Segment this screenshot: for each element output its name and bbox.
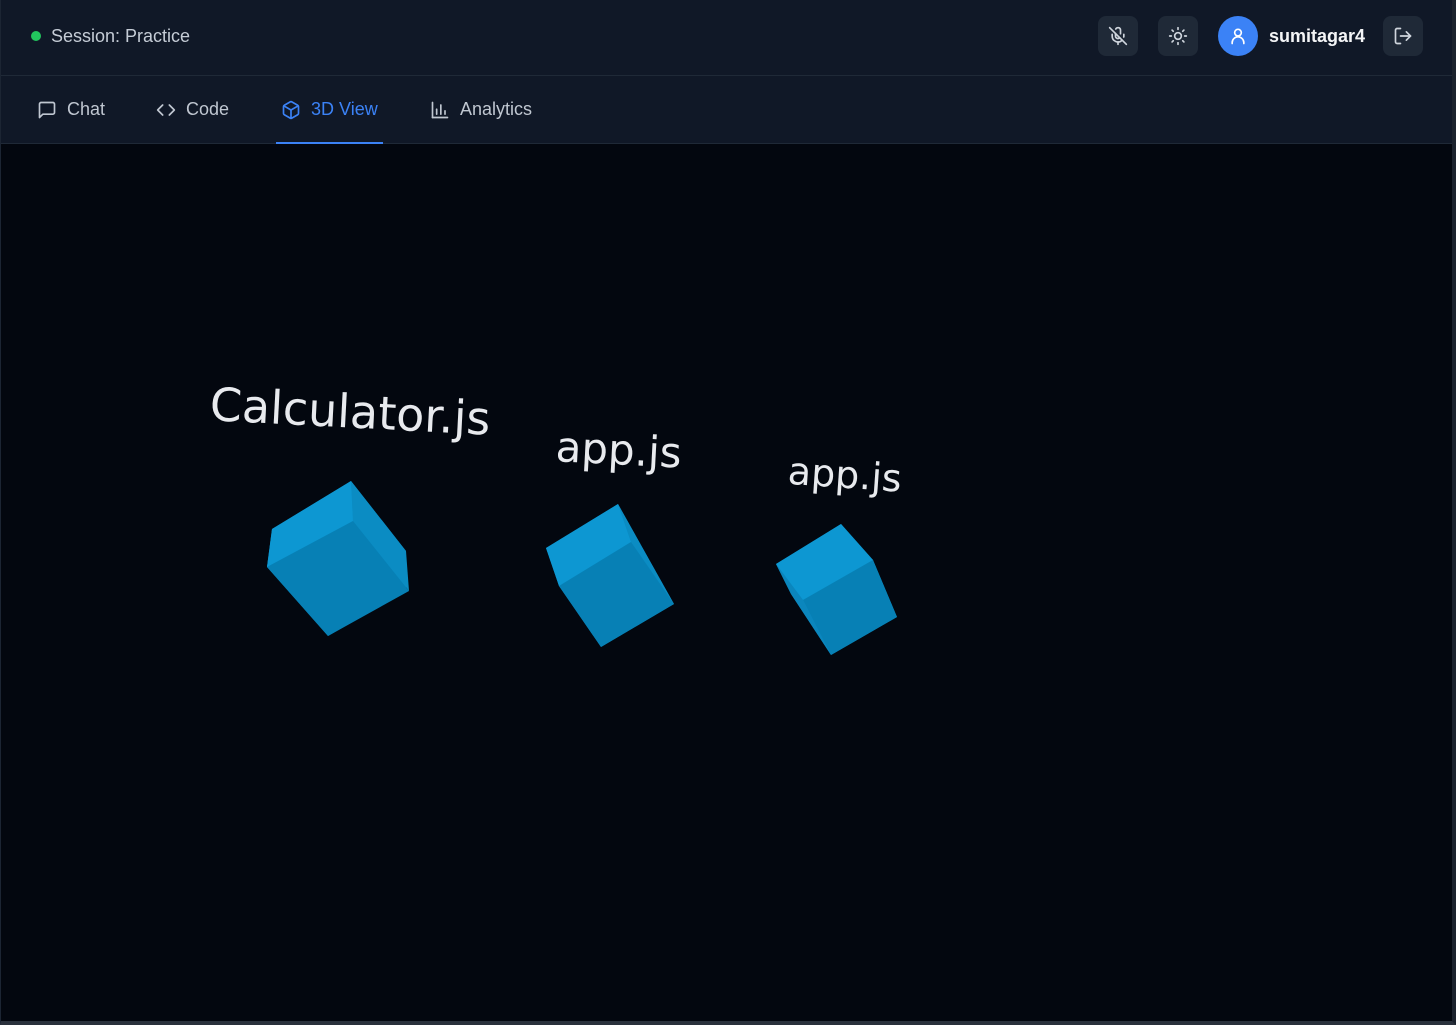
file-node-label: app.js [786, 449, 903, 501]
tab-3d-view-label: 3D View [311, 99, 378, 119]
tab-code[interactable]: Code [151, 76, 234, 143]
box-icon [282, 100, 300, 119]
tab-bar: Chat Code 3D View Analytics [1, 76, 1452, 144]
tab-3d-view[interactable]: 3D View [276, 76, 383, 144]
file-cube[interactable] [546, 504, 674, 647]
code-icon [156, 103, 176, 116]
session-status-dot [31, 31, 41, 41]
user-icon [1231, 28, 1245, 45]
file-cube[interactable] [776, 524, 897, 655]
session-label: Session: Practice [51, 25, 191, 46]
file-cube[interactable] [267, 481, 409, 636]
tab-analytics-label: Analytics [460, 99, 533, 119]
tab-analytics[interactable]: Analytics [425, 76, 537, 143]
top-header: Session: Practice sumitagar4 [1, 0, 1452, 76]
sun-icon [1168, 26, 1188, 46]
tab-chat[interactable]: Chat [32, 76, 110, 143]
mute-microphone-button[interactable] [1098, 16, 1138, 56]
theme-toggle-button[interactable] [1158, 16, 1198, 56]
app-window: Session: Practice sumitagar4 Chat Code 3… [0, 0, 1456, 1025]
file-node-label: Calculator.js [209, 377, 492, 446]
tab-chat-label: Chat [67, 99, 106, 119]
3d-view-canvas[interactable]: Calculator.js app.js app.js [1, 144, 1452, 1021]
user-avatar[interactable] [1218, 16, 1258, 56]
tab-code-label: Code [186, 99, 230, 119]
session-indicator: Session: Practice [31, 24, 190, 48]
logout-icon [1394, 27, 1412, 45]
username-label: sumitagar4 [1269, 26, 1366, 46]
file-node[interactable]: app.js [776, 449, 903, 655]
mic-off-icon [1108, 26, 1128, 46]
3d-scene-svg[interactable]: Calculator.js app.js app.js [1, 144, 1452, 1021]
file-node[interactable]: app.js [546, 422, 683, 647]
logout-button[interactable] [1383, 16, 1423, 56]
file-node-label: app.js [555, 422, 683, 478]
message-square-icon [38, 101, 56, 118]
file-node[interactable]: Calculator.js [209, 377, 492, 636]
bar-chart-icon [431, 101, 449, 118]
